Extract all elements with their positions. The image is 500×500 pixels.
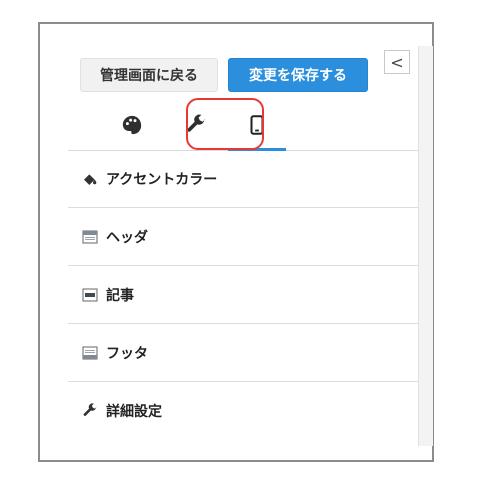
palette-icon [121,114,143,140]
menu-item-accent-color[interactable]: アクセントカラー [68,150,418,208]
menu-item-header[interactable]: ヘッダ [68,208,418,266]
menu-item-footer[interactable]: フッタ [68,324,418,382]
menu-item-article[interactable]: 記事 [68,266,418,324]
save-changes-button[interactable]: 変更を保存する [228,58,368,92]
tab-mobile[interactable] [235,104,279,150]
layout-header-icon [82,229,98,245]
customizer-menu: アクセントカラー ヘッダ 記事 フッタ 詳細設定 [68,150,418,440]
wrench-icon [185,114,207,140]
paint-bucket-icon [82,171,98,187]
mobile-icon [246,114,268,140]
back-to-admin-button[interactable]: 管理画面に戻る [80,58,218,92]
tab-design[interactable] [110,104,154,150]
preview-edge [418,46,433,446]
wrench-icon [82,403,98,419]
menu-item-label: ヘッダ [106,229,148,246]
menu-item-advanced-settings[interactable]: 詳細設定 [68,382,418,440]
menu-item-label: 記事 [106,287,134,304]
menu-item-label: 詳細設定 [106,404,162,420]
layout-footer-icon [82,345,98,361]
tab-settings[interactable] [174,104,218,150]
menu-item-label: アクセントカラー [106,171,218,188]
screenshot-frame: < 管理画面に戻る 変更を保存する アクセントカラー ヘッダ 記事 フッタ 詳細… [38,22,434,462]
chevron-left-icon: < [390,52,404,72]
panel-tabs [68,104,418,151]
menu-item-label: フッタ [106,345,148,362]
layout-article-icon [82,287,98,303]
collapse-panel-button[interactable]: < [384,50,410,74]
